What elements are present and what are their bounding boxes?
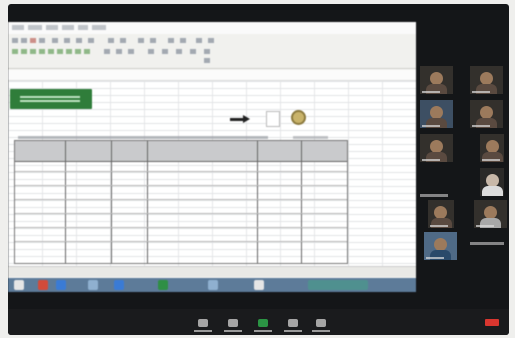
toolbar-icon[interactable]	[76, 38, 82, 43]
toolbar-icon[interactable]	[30, 49, 36, 54]
participant-tile[interactable]	[470, 100, 503, 128]
toolbar-icon[interactable]	[168, 38, 174, 43]
participant-tile[interactable]	[420, 66, 453, 94]
chat-label	[312, 330, 330, 332]
toolbar-icon[interactable]	[204, 49, 210, 54]
toolbar-icon[interactable]	[208, 38, 214, 43]
toolbar-icon[interactable]	[12, 38, 18, 43]
column-divider	[257, 141, 258, 263]
toolbar-icon[interactable]	[84, 49, 90, 54]
column-divider	[65, 141, 66, 263]
participants-icon[interactable]	[288, 319, 298, 327]
chat-icon[interactable]	[316, 319, 326, 327]
toolbar-icon[interactable]	[39, 38, 45, 43]
toolbar-icon[interactable]	[52, 38, 58, 43]
document-icon	[266, 111, 280, 127]
toolbar-icon[interactable]	[39, 49, 45, 54]
table-subtitle	[293, 136, 328, 139]
toolbar-icon[interactable]	[64, 38, 70, 43]
share-screen-label	[254, 330, 272, 332]
table-row	[15, 171, 347, 172]
menu-bar	[8, 22, 416, 34]
shared-screen	[8, 22, 416, 292]
taskbar-app-icon[interactable]	[158, 280, 168, 290]
participant-tile[interactable]	[420, 100, 453, 128]
toolbar-icon[interactable]	[176, 49, 182, 54]
video-call-window	[8, 4, 509, 335]
table-row	[15, 185, 347, 186]
video-icon[interactable]	[228, 319, 238, 327]
mute-icon[interactable]	[198, 319, 208, 327]
menu-item[interactable]	[12, 25, 24, 30]
formula-bar[interactable]	[8, 70, 416, 81]
table-row	[15, 241, 347, 242]
toolbar-icon[interactable]	[196, 38, 202, 43]
taskbar-app-icon[interactable]	[56, 280, 66, 290]
participant-tile[interactable]	[420, 134, 453, 162]
sheet-tabs[interactable]	[8, 266, 416, 277]
toolbar-icon[interactable]	[148, 49, 154, 54]
data-table	[14, 140, 348, 264]
toolbar-icon[interactable]	[180, 38, 186, 43]
table-title	[18, 136, 268, 139]
toolbar-icon[interactable]	[204, 58, 210, 63]
share-screen-icon[interactable]	[258, 319, 268, 327]
ribbon-toolbar	[8, 34, 416, 69]
toolbar-icon[interactable]	[108, 38, 114, 43]
participant-name	[420, 194, 448, 197]
participant-gallery	[418, 66, 508, 262]
end-call-icon[interactable]	[485, 319, 499, 326]
toolbar-icon[interactable]	[21, 38, 27, 43]
meeting-controls	[8, 309, 509, 335]
green-info-box	[10, 89, 92, 109]
taskbar-app-icon[interactable]	[88, 280, 98, 290]
toolbar-icon[interactable]	[48, 49, 54, 54]
column-divider	[301, 141, 302, 263]
toolbar-icon[interactable]	[116, 49, 122, 54]
toolbar-icon[interactable]	[150, 38, 156, 43]
participant-tile[interactable]	[474, 200, 507, 228]
participant-tile[interactable]	[428, 200, 454, 228]
arrow-right-icon	[230, 114, 250, 124]
toolbar-icon[interactable]	[138, 38, 144, 43]
menu-item[interactable]	[78, 25, 88, 30]
participants-label	[284, 330, 302, 332]
system-tray[interactable]	[308, 280, 368, 290]
toolbar-icon[interactable]	[162, 49, 168, 54]
toolbar-icon[interactable]	[128, 49, 134, 54]
mute-label	[194, 330, 212, 332]
participant-tile[interactable]	[480, 134, 504, 162]
toolbar-icon[interactable]	[30, 38, 36, 43]
toolbar-icon[interactable]	[88, 38, 94, 43]
menu-item[interactable]	[28, 25, 42, 30]
toolbar-icon[interactable]	[120, 38, 126, 43]
toolbar-icon[interactable]	[66, 49, 72, 54]
menu-item[interactable]	[46, 25, 58, 30]
toolbar-icon[interactable]	[57, 49, 63, 54]
toolbar-icon[interactable]	[21, 49, 27, 54]
taskbar-app-icon[interactable]	[114, 280, 124, 290]
toolbar-icon[interactable]	[104, 49, 110, 54]
taskbar-app-icon[interactable]	[254, 280, 264, 290]
start-icon[interactable]	[14, 280, 24, 290]
video-label	[224, 330, 242, 332]
table-row	[15, 199, 347, 200]
table-row	[15, 213, 347, 214]
taskbar-app-icon[interactable]	[38, 280, 48, 290]
gear-icon	[291, 110, 306, 125]
participant-tile[interactable]	[424, 232, 457, 260]
table-row	[15, 227, 347, 228]
toolbar-icon[interactable]	[190, 49, 196, 54]
taskbar-app-icon[interactable]	[208, 280, 218, 290]
column-divider	[147, 141, 148, 263]
participant-name	[470, 242, 504, 245]
participant-tile[interactable]	[470, 66, 503, 94]
toolbar-icon[interactable]	[75, 49, 81, 54]
toolbar-icon[interactable]	[12, 49, 18, 54]
participant-tile[interactable]	[480, 168, 504, 196]
column-divider	[111, 141, 112, 263]
menu-item[interactable]	[92, 25, 106, 30]
windows-taskbar	[8, 278, 416, 292]
menu-item[interactable]	[62, 25, 74, 30]
